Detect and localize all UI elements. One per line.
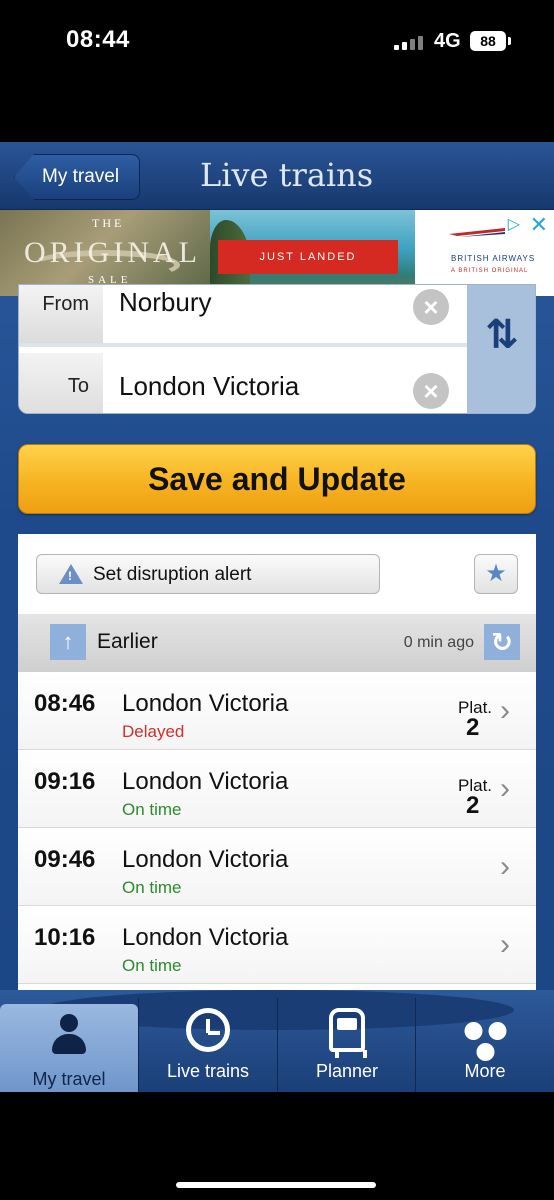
destination: London Victoria: [122, 846, 289, 873]
destination: London Victoria: [122, 768, 289, 795]
last-updated-label: 0 min ago: [403, 634, 474, 651]
page-title: Live trains: [200, 156, 374, 194]
signal-icon: [394, 36, 430, 50]
tab-label: My travel: [32, 1069, 106, 1089]
ad-cta-button[interactable]: JUST LANDED: [218, 240, 398, 274]
tab-live-trains[interactable]: Live trains: [139, 998, 277, 1092]
train-row[interactable]: 10:16 London Victoria On time ›: [18, 906, 536, 984]
departure-time: 10:16: [34, 924, 96, 951]
chevron-right-icon: ›: [500, 928, 510, 961]
to-row: To London Victoria ×: [19, 353, 467, 413]
alert-button-label: Set disruption alert: [93, 564, 252, 585]
swap-stations-icon[interactable]: ⇅: [467, 285, 535, 413]
clock-icon: [186, 1008, 230, 1052]
platform-number: 2: [466, 714, 480, 741]
battery-icon: 88: [470, 31, 511, 51]
navigation-bar: My travel Live trains: [0, 142, 554, 210]
train-status: Delayed: [122, 722, 185, 741]
tab-planner[interactable]: Planner: [278, 998, 416, 1092]
train-row[interactable]: 08:46 London Victoria Delayed Plat. 2 ›: [18, 672, 536, 750]
route-form: From Norbury × To London Victoria × ⇅: [18, 284, 536, 414]
departure-time: 09:16: [34, 768, 96, 795]
earlier-up-arrow-icon[interactable]: ↑: [50, 624, 86, 660]
train-status: On time: [122, 800, 182, 819]
departure-time: 08:46: [34, 690, 96, 717]
more-dots-icon: [451, 1022, 520, 1064]
back-button-label: My travel: [42, 166, 120, 187]
ad-brand-name: BRITISH AIRWAYS: [451, 254, 536, 263]
status-gap: [0, 80, 554, 142]
tab-label: Planner: [315, 1061, 379, 1081]
back-button[interactable]: My travel: [14, 154, 140, 200]
from-station-field[interactable]: Norbury: [119, 287, 211, 318]
tab-label: More: [464, 1061, 506, 1081]
train-icon: [329, 1008, 367, 1058]
from-label: From: [19, 285, 103, 343]
status-time: 08:44: [66, 26, 130, 53]
chevron-right-icon: ›: [500, 694, 510, 727]
favourite-star-icon[interactable]: ★: [474, 554, 518, 594]
warning-icon: [59, 564, 83, 584]
clear-from-icon[interactable]: ×: [413, 289, 449, 325]
to-station-field[interactable]: London Victoria: [119, 371, 299, 402]
tab-more[interactable]: More: [416, 998, 554, 1092]
chevron-right-icon: ›: [500, 772, 510, 805]
from-row: From Norbury ×: [19, 285, 467, 347]
ad-close-icon[interactable]: ✕: [530, 212, 548, 238]
tab-bar: My travel Live trains Planner More: [0, 990, 554, 1092]
destination: London Victoria: [122, 924, 289, 951]
airline-logo-icon: [449, 228, 505, 237]
set-disruption-alert-button[interactable]: Set disruption alert: [36, 554, 380, 594]
tab-my-travel[interactable]: My travel: [0, 1004, 138, 1092]
train-row[interactable]: 09:46 London Victoria On time ›: [18, 828, 536, 906]
person-icon: [52, 1014, 86, 1054]
train-status: On time: [122, 878, 182, 897]
ad-headline-the: THE: [92, 216, 125, 230]
ad-headline: ORIGINAL: [24, 236, 201, 269]
to-label: To: [19, 353, 103, 413]
ad-choices-icon[interactable]: ▷: [508, 214, 520, 234]
home-indicator[interactable]: [176, 1182, 376, 1188]
alert-bar: Set disruption alert ★: [18, 534, 536, 614]
platform-number: 2: [466, 792, 480, 819]
train-row[interactable]: 09:16 London Victoria On time Plat. 2 ›: [18, 750, 536, 828]
destination: London Victoria: [122, 690, 289, 717]
earlier-bar: ↑ Earlier 0 min ago ↻: [18, 614, 536, 672]
refresh-icon[interactable]: ↻: [484, 624, 520, 660]
tab-label: Live trains: [166, 1061, 250, 1081]
departure-time: 09:46: [34, 846, 96, 873]
chevron-right-icon: ›: [500, 850, 510, 883]
save-and-update-button[interactable]: Save and Update: [18, 444, 536, 514]
earlier-label[interactable]: Earlier: [97, 630, 158, 654]
train-status: On time: [122, 956, 182, 975]
status-bar: 08:44 4G 88: [0, 0, 554, 80]
clear-to-icon[interactable]: ×: [413, 373, 449, 409]
ad-tagline: A BRITISH ORIGINAL: [451, 268, 529, 274]
network-type: 4G: [434, 30, 461, 52]
app-screen: My travel Live trains THE ORIGINAL SALE …: [0, 142, 554, 1092]
